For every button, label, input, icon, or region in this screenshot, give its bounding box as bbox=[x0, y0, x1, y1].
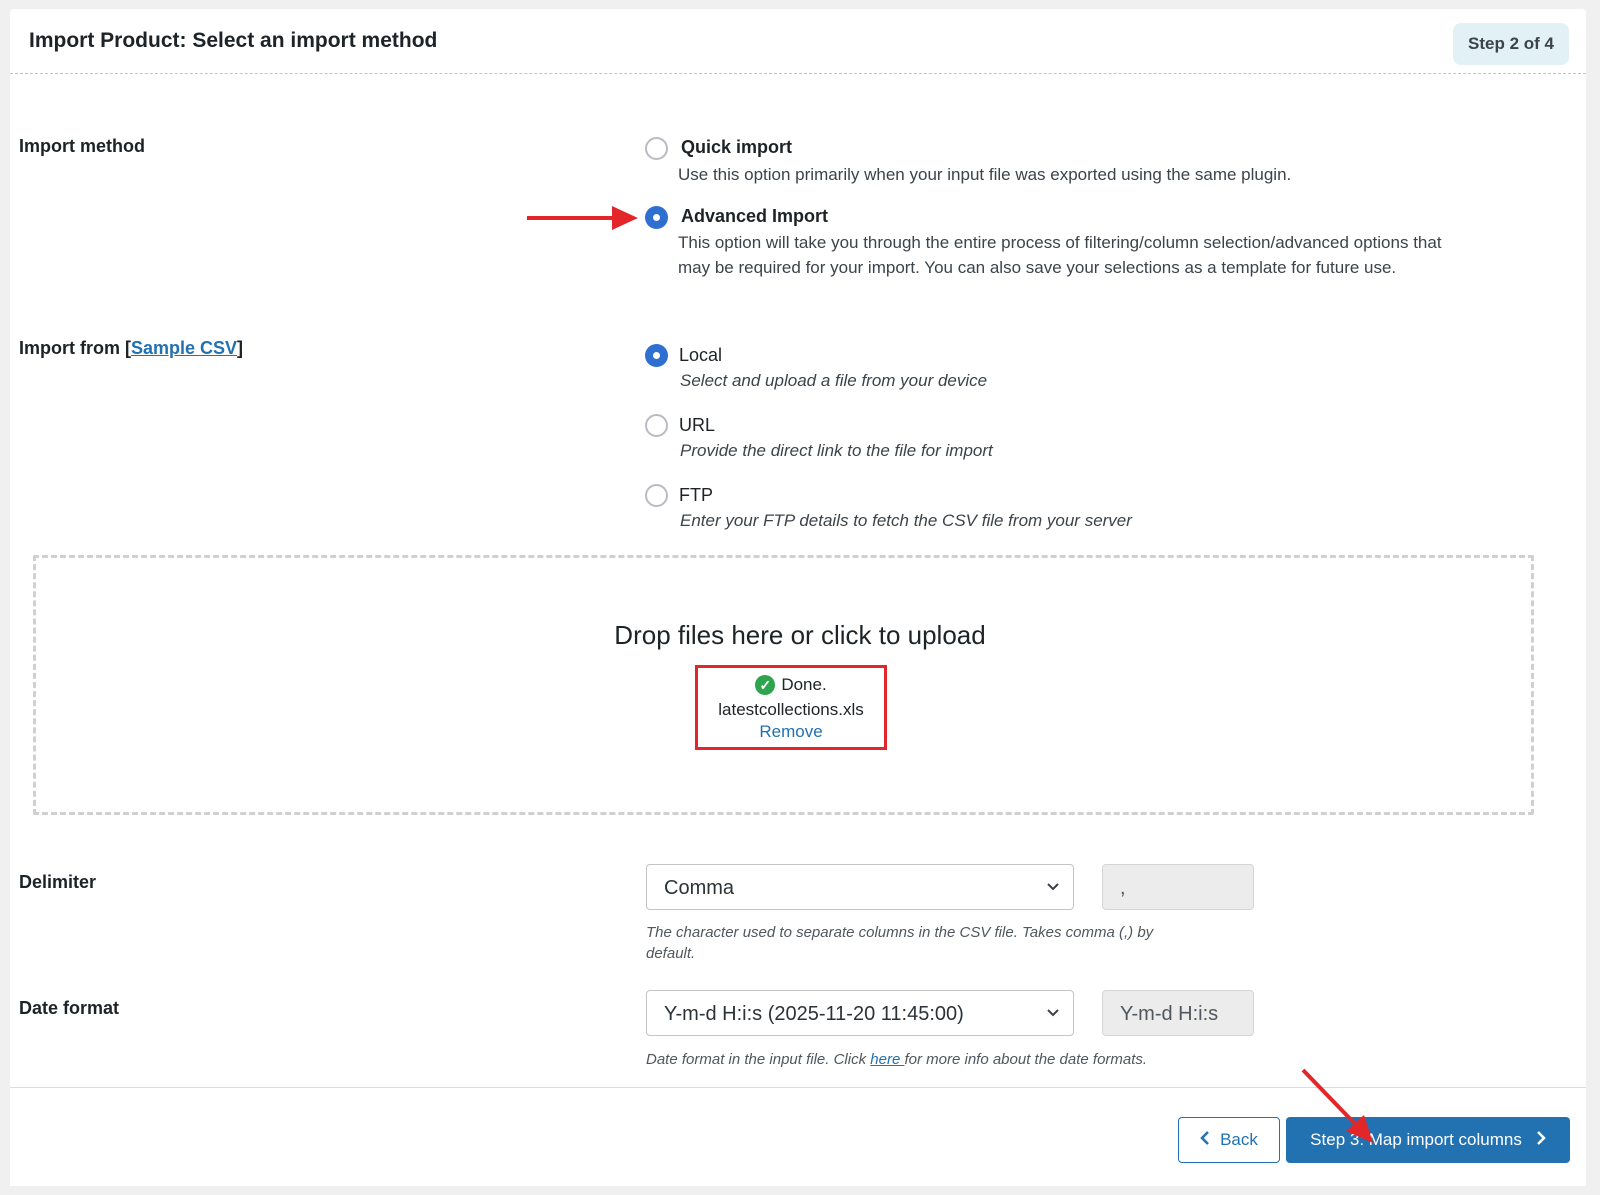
sample-csv-link[interactable]: Sample CSV bbox=[131, 338, 237, 358]
delimiter-label: Delimiter bbox=[19, 872, 97, 892]
back-button-label: Back bbox=[1220, 1130, 1258, 1149]
upload-status: ✓ Done. bbox=[698, 675, 884, 695]
date-format-select[interactable]: Y-m-d H:i:s (2025-11-20 11:45:00) bbox=[646, 990, 1074, 1036]
date-format-value-field[interactable]: Y-m-d H:i:s bbox=[1102, 990, 1254, 1036]
date-format-select-value: Y-m-d H:i:s (2025-11-20 11:45:00) bbox=[664, 1003, 964, 1025]
url-description: Provide the direct link to the file for … bbox=[680, 441, 993, 460]
import-from-label: Import from [Sample CSV] bbox=[19, 338, 243, 359]
radio-quick-import[interactable] bbox=[645, 137, 668, 160]
uploaded-file-name: latestcollections.xls bbox=[718, 700, 864, 719]
uploaded-file-box: ✓ Done. latestcollections.xls Remove bbox=[695, 665, 887, 750]
quick-import-title: Quick import bbox=[681, 137, 793, 157]
page-title: Import Product: Select an import method bbox=[29, 29, 438, 52]
delimiter-select[interactable]: Comma bbox=[646, 864, 1074, 910]
panel-header: Import Product: Select an import method … bbox=[10, 9, 1586, 74]
advanced-import-description-line1: This option will take you through the en… bbox=[678, 233, 1442, 252]
delimiter-help-line1: The character used to separate columns i… bbox=[646, 924, 1154, 941]
upload-status-text: Done. bbox=[781, 675, 827, 694]
import-from-label-text: Import from [ bbox=[19, 338, 131, 358]
back-button[interactable]: Back bbox=[1178, 1117, 1280, 1163]
radio-ftp[interactable] bbox=[645, 484, 668, 507]
date-format-help: Date format in the input file. Click her… bbox=[646, 1049, 1147, 1070]
ftp-title: FTP bbox=[679, 485, 713, 505]
chevron-down-icon bbox=[1045, 865, 1061, 930]
date-format-label: Date format bbox=[19, 998, 120, 1018]
step-badge: Step 2 of 4 bbox=[1453, 23, 1569, 65]
local-description: Select and upload a file from your devic… bbox=[680, 371, 988, 390]
delimiter-help-line2: default. bbox=[646, 945, 696, 962]
date-format-here-link[interactable]: here bbox=[870, 1051, 904, 1068]
advanced-import-description-line2: may be required for your import. You can… bbox=[678, 258, 1397, 277]
date-format-help-suffix: for more info about the date formats. bbox=[904, 1051, 1148, 1068]
check-circle-icon: ✓ bbox=[755, 675, 776, 695]
import-from-label-bracket: ] bbox=[237, 338, 244, 358]
ftp-description: Enter your FTP details to fetch the CSV … bbox=[680, 511, 1132, 530]
chevron-right-icon bbox=[1536, 1130, 1546, 1151]
map-import-columns-button[interactable]: Step 3: Map import columns bbox=[1286, 1117, 1570, 1163]
advanced-import-title: Advanced Import bbox=[681, 206, 829, 226]
radio-advanced-import[interactable] bbox=[645, 206, 668, 229]
next-button-label: Step 3: Map import columns bbox=[1310, 1130, 1522, 1149]
delimiter-value-field[interactable]: , bbox=[1102, 864, 1254, 910]
chevron-down-icon bbox=[1045, 991, 1061, 1056]
quick-import-description: Use this option primarily when your inpu… bbox=[678, 165, 1292, 184]
radio-local[interactable] bbox=[645, 344, 668, 367]
date-format-help-text: Date format in the input file. Click bbox=[646, 1051, 871, 1068]
radio-url[interactable] bbox=[645, 414, 668, 437]
remove-file-link[interactable]: Remove bbox=[698, 722, 884, 742]
dropzone-text: Drop files here or click to upload bbox=[614, 620, 986, 650]
delimiter-select-value: Comma bbox=[664, 877, 735, 899]
url-title: URL bbox=[679, 415, 716, 435]
chevron-left-icon bbox=[1200, 1130, 1210, 1151]
local-title: Local bbox=[679, 345, 723, 365]
import-method-label: Import method bbox=[19, 136, 145, 156]
